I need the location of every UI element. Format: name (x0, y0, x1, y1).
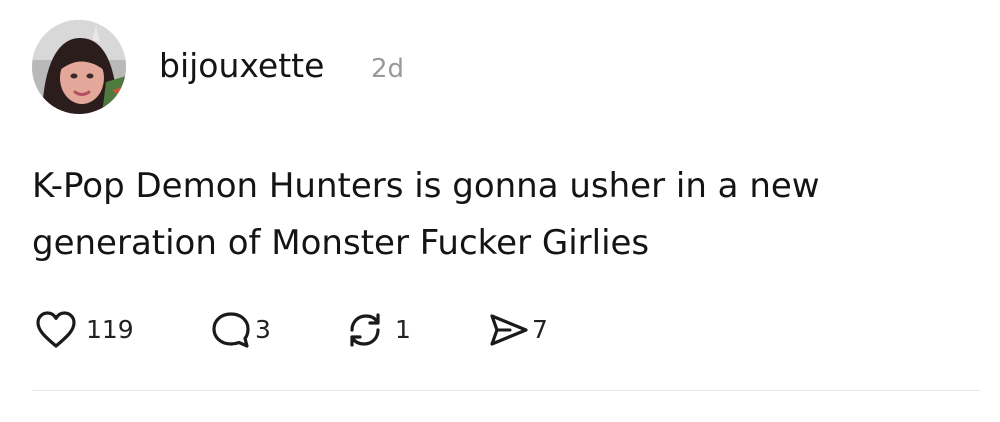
post-card: bijouxette 2d K-Pop Demon Hunters is gon… (0, 0, 1000, 422)
avatar[interactable] (32, 20, 126, 114)
heart-icon (34, 308, 78, 352)
send-icon (486, 308, 530, 352)
repost-button[interactable]: 1 (343, 308, 411, 352)
post-actions: 119 3 1 7 (34, 308, 634, 352)
speech-bubble-icon (209, 308, 253, 352)
post-timestamp: 2d (371, 54, 405, 84)
reply-count: 3 (255, 315, 271, 344)
share-count: 7 (532, 315, 548, 344)
divider (32, 390, 980, 391)
repost-icon (343, 308, 387, 352)
author-username[interactable]: bijouxette (159, 46, 324, 86)
reply-button[interactable]: 3 (209, 308, 271, 352)
repost-count: 1 (395, 315, 411, 344)
like-button[interactable]: 119 (34, 308, 134, 352)
like-count: 119 (86, 315, 134, 344)
post-text: K-Pop Demon Hunters is gonna usher in a … (32, 166, 820, 263)
share-button[interactable]: 7 (486, 308, 548, 352)
